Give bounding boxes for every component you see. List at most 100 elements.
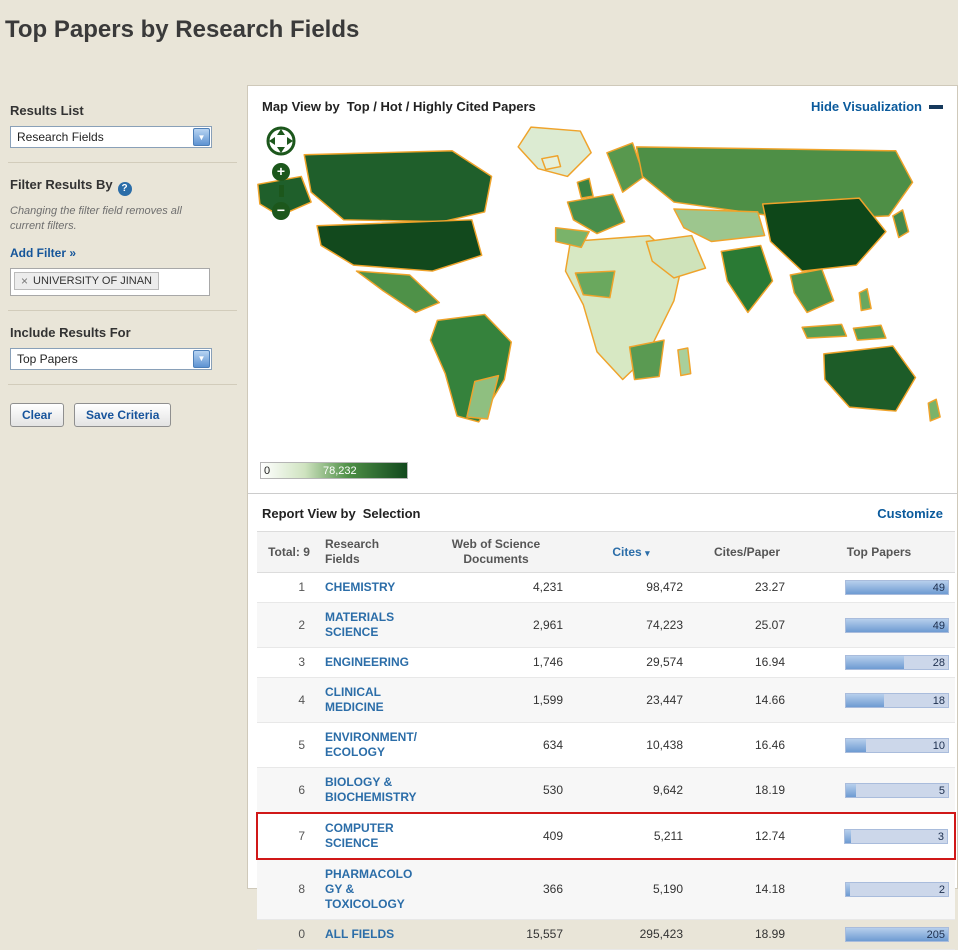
map-view-by-label: Map View by [262,99,340,114]
top-papers-cell: 49 [803,573,955,603]
top-papers-cell: 28 [803,648,955,678]
map-region-greenland [518,127,591,176]
top-papers-bar: 3 [844,829,948,844]
cites-per-paper-cell: 23.27 [691,573,803,603]
rank-cell: 2 [257,603,321,648]
table-row: 0 ALL FIELDS 15,557 295,423 18.99 205 [257,920,955,950]
top-papers-bar: 5 [845,783,949,798]
cites-per-paper-cell: 12.74 [691,813,803,859]
chevron-down-icon: ▼ [193,350,210,368]
top-papers-value: 3 [938,830,944,845]
results-list-label: Results List [10,103,235,118]
results-list-selected-value: Research Fields [17,130,104,144]
cites-cell: 295,423 [571,920,691,950]
research-field-link[interactable]: COMPUTER SCIENCE [325,821,417,851]
top-papers-cell: 205 [803,920,955,950]
map-region-indonesia-west [802,324,846,338]
clear-button[interactable]: Clear [10,403,64,427]
pan-control-icon[interactable] [264,124,298,158]
research-field-link[interactable]: ENGINEERING [325,655,417,670]
filter-box[interactable]: × UNIVERSITY OF JINAN [10,268,210,296]
save-criteria-button[interactable]: Save Criteria [74,403,171,427]
rank-cell: 7 [257,813,321,859]
zoom-in-button[interactable]: + [272,163,290,181]
minus-icon [929,105,943,109]
map-region-philippines [859,289,871,311]
map-section-header: Map View by Top / Hot / Highly Cited Pap… [248,86,957,120]
rank-cell: 3 [257,648,321,678]
table-header-row: Total: 9 Research Fields Web of Science … [257,532,955,573]
cites-cell: 9,642 [571,768,691,814]
top-papers-bar: 28 [845,655,949,670]
report-table-body: 1 CHEMISTRY 4,231 98,472 23.27 49 2 MATE… [257,573,955,950]
hide-visualization-link[interactable]: Hide Visualization [811,99,943,114]
research-field-link[interactable]: PHARMACOLOGY & TOXICOLOGY [325,867,417,912]
cites-cell: 23,447 [571,678,691,723]
results-list-select[interactable]: Research Fields ▼ [10,126,212,148]
cites-per-paper-cell: 16.46 [691,723,803,768]
legend-max-value: 78,232 [323,465,357,477]
sidebar-divider [8,162,237,163]
top-papers-cell: 5 [803,768,955,814]
top-papers-bar: 205 [845,927,949,942]
top-papers-cell: 3 [803,813,955,859]
cites-cell: 98,472 [571,573,691,603]
map-region-se-asia [790,269,833,312]
research-field-link[interactable]: CHEMISTRY [325,580,417,595]
sidebar-divider [8,384,237,385]
top-papers-value: 5 [939,784,945,799]
cites-cell: 5,190 [571,859,691,920]
docs-cell: 4,231 [421,573,571,603]
main-panel: Map View by Top / Hot / Highly Cited Pap… [247,85,958,889]
rank-cell: 5 [257,723,321,768]
add-filter-link[interactable]: Add Filter » [10,246,76,260]
cites-per-paper-cell: 14.18 [691,859,803,920]
map-region-australia [824,346,916,411]
top-papers-bar-fill [846,739,866,752]
report-view-title: Selection [363,506,421,521]
header-wos-documents: Web of Science Documents [421,532,571,573]
filter-tag: × UNIVERSITY OF JINAN [14,272,159,290]
map-region-china [763,198,886,271]
map-region-indonesia-east [853,325,886,340]
rank-cell: 1 [257,573,321,603]
top-papers-value: 18 [933,694,945,709]
top-papers-cell: 49 [803,603,955,648]
zoom-slider[interactable] [279,185,284,197]
map-controls: + − [264,124,298,220]
top-papers-value: 49 [933,619,945,634]
world-map[interactable] [250,122,950,430]
include-results-select[interactable]: Top Papers ▼ [10,348,212,370]
research-field-link[interactable]: ENVIRONMENT/ECOLOGY [325,730,417,760]
help-icon[interactable]: ? [118,182,132,196]
docs-cell: 409 [421,813,571,859]
docs-cell: 2,961 [421,603,571,648]
table-row: 5 ENVIRONMENT/ECOLOGY 634 10,438 16.46 1… [257,723,955,768]
top-papers-bar: 49 [845,618,949,633]
top-papers-bar: 2 [845,882,949,897]
top-papers-bar: 10 [845,738,949,753]
table-row: 7 COMPUTER SCIENCE 409 5,211 12.74 3 [257,813,955,859]
top-papers-bar-fill [846,883,850,896]
docs-cell: 634 [421,723,571,768]
field-cell: ENGINEERING [321,648,421,678]
cites-per-paper-cell: 14.66 [691,678,803,723]
customize-link[interactable]: Customize [877,506,943,521]
research-field-link[interactable]: MATERIALS SCIENCE [325,610,417,640]
cites-per-paper-cell: 25.07 [691,603,803,648]
map-region-canada [304,151,491,222]
research-field-link[interactable]: CLINICAL MEDICINE [325,685,417,715]
cites-per-paper-cell: 18.19 [691,768,803,814]
rank-cell: 4 [257,678,321,723]
header-total: Total: 9 [257,532,321,573]
report-table: Total: 9 Research Fields Web of Science … [256,531,956,950]
research-field-link[interactable]: ALL FIELDS [325,927,417,942]
research-field-link[interactable]: BIOLOGY & BIOCHEMISTRY [325,775,417,805]
header-research-fields: Research Fields [321,532,421,573]
rank-cell: 8 [257,859,321,920]
zoom-out-button[interactable]: − [272,202,290,220]
include-results-label: Include Results For [10,325,235,340]
map-region-new-zealand [928,399,940,421]
remove-filter-icon[interactable]: × [21,275,28,287]
header-cites-sort[interactable]: Cites ▾ [571,532,691,573]
